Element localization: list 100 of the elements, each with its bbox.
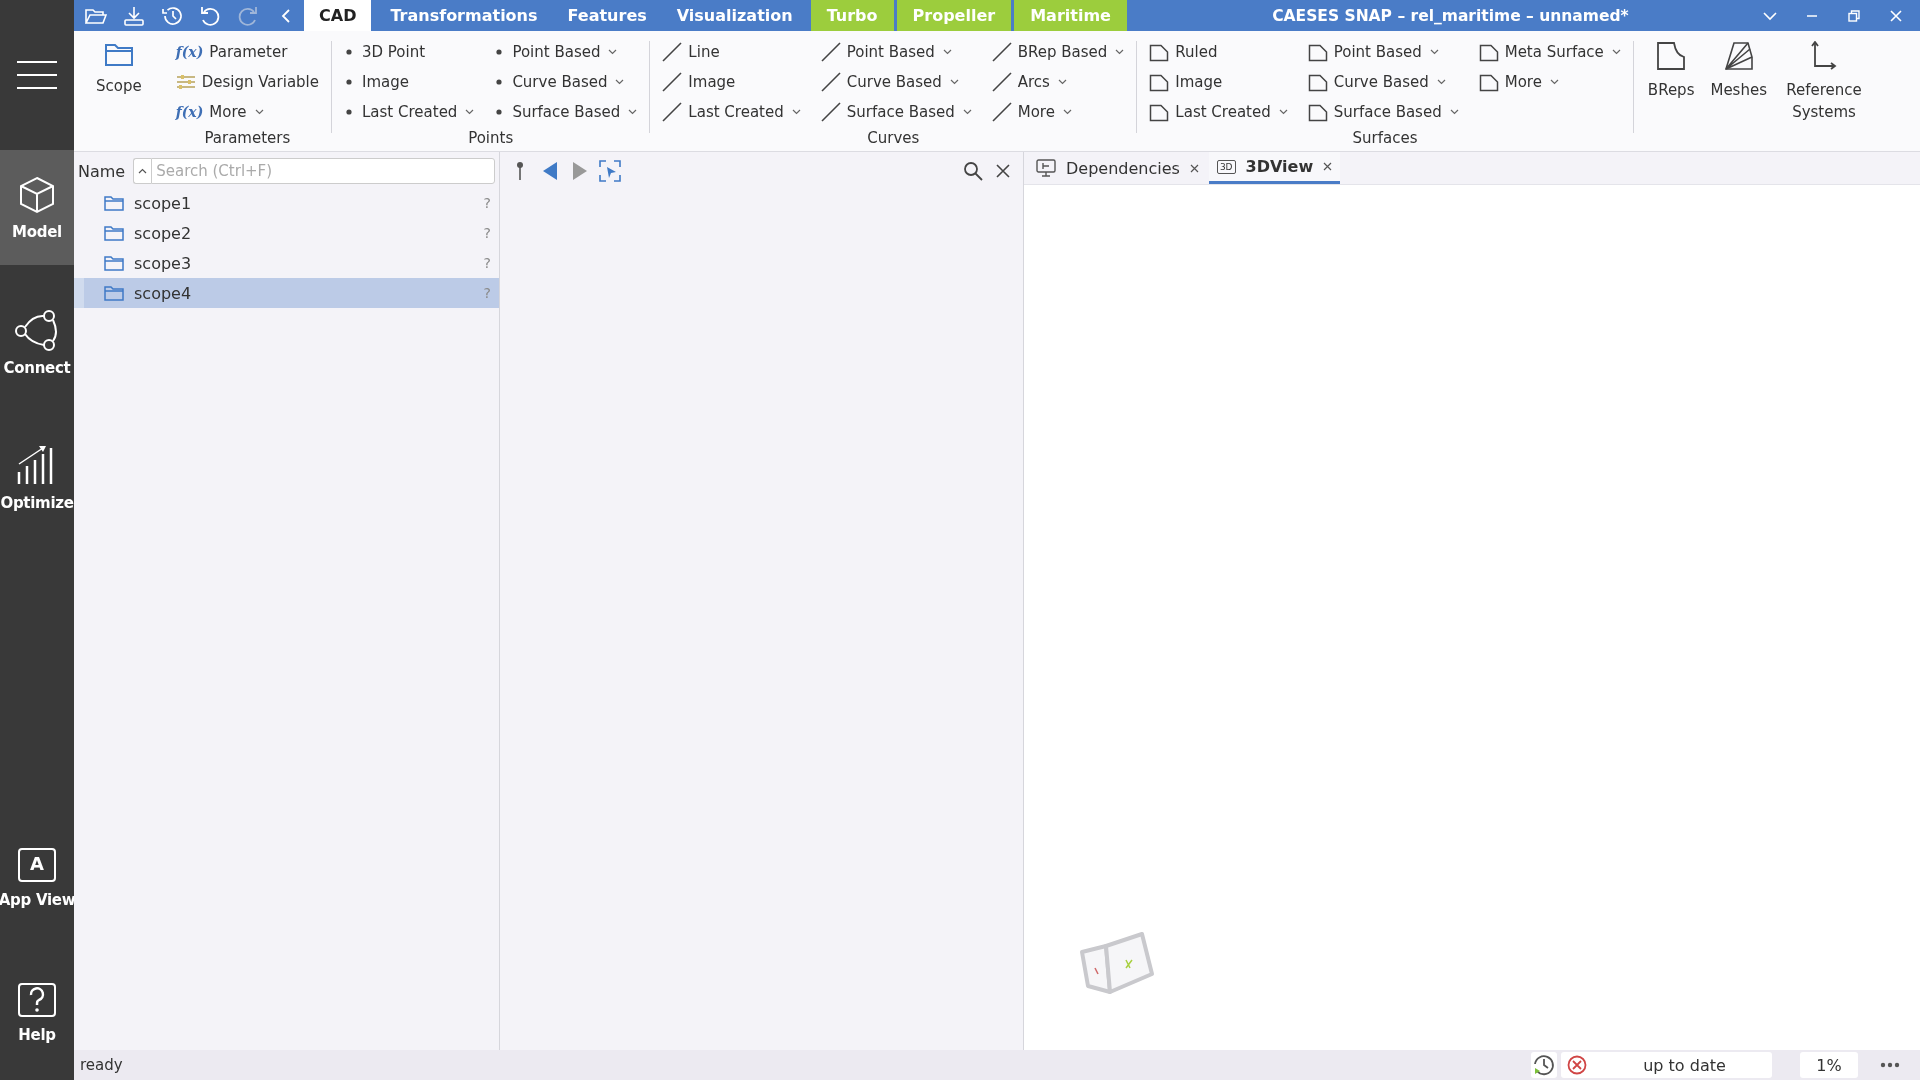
- ribbon-button[interactable]: Surface Based: [1305, 97, 1461, 127]
- function-icon: f(x): [175, 104, 204, 120]
- surface-icon: [1149, 42, 1170, 62]
- ribbon-tab[interactable]: CAD: [304, 0, 372, 31]
- ribbon-button[interactable]: Arcs: [989, 67, 1127, 97]
- function-icon: f(x): [175, 44, 204, 60]
- column-header: Name: [78, 161, 126, 181]
- bullet-icon: [346, 49, 352, 55]
- sidebar-item[interactable]: Optimize: [0, 420, 74, 535]
- menu-icon: [16, 60, 58, 90]
- ribbon-button[interactable]: Scope: [84, 37, 154, 101]
- group-label: Points: [467, 128, 515, 149]
- surface-icon: [1149, 102, 1170, 122]
- ribbon-button[interactable]: BRep Based: [989, 37, 1127, 67]
- ribbon-button[interactable]: Point Based: [1305, 37, 1461, 67]
- ribbon-button[interactable]: Point Based: [492, 37, 640, 67]
- line-icon: [820, 72, 841, 92]
- status-mark: ?: [483, 225, 491, 241]
- progress-field: 1%: [1800, 1052, 1858, 1078]
- monitor-icon: [1036, 159, 1056, 177]
- ribbon-tab[interactable]: Transformations: [375, 0, 553, 31]
- ribbon-button[interactable]: Meta Surface: [1476, 37, 1623, 67]
- folder-icon: [104, 255, 124, 271]
- line-icon: [991, 72, 1012, 92]
- app-window-icon: [17, 846, 57, 883]
- sidebar-item[interactable]: Help: [0, 955, 74, 1070]
- line-icon: [662, 72, 683, 92]
- ribbon-button[interactable]: Meshes: [1706, 37, 1771, 105]
- bullet-icon: [496, 79, 503, 85]
- more-icon: [1880, 1062, 1900, 1068]
- status-message: ready: [80, 1056, 123, 1074]
- search-icon: [963, 161, 983, 181]
- shape-outline-icon: [1656, 41, 1687, 71]
- tree-item[interactable]: scope3 ?: [74, 248, 499, 278]
- select-target-icon: [599, 160, 621, 182]
- ribbon-button[interactable]: BReps: [1643, 37, 1699, 105]
- tree-item[interactable]: scope2 ?: [74, 218, 499, 248]
- ribbon-button[interactable]: Curve Based: [818, 67, 974, 97]
- view-tab[interactable]: 3D 3DView: [1208, 152, 1341, 184]
- item-label: scope2: [134, 223, 193, 243]
- tree-item[interactable]: scope4 ?: [74, 278, 499, 308]
- ribbon-button[interactable]: Reference Systems: [1779, 37, 1869, 127]
- ribbon-button[interactable]: Image: [1147, 67, 1290, 97]
- back-arrow-icon: [542, 161, 558, 181]
- line-icon: [820, 42, 841, 62]
- ribbon-tab[interactable]: Features: [552, 0, 662, 31]
- ribbon-button[interactable]: Point Based: [818, 37, 974, 67]
- history-button[interactable]: [1531, 1052, 1557, 1078]
- ribbon-button[interactable]: Curve Based: [1305, 67, 1461, 97]
- ribbon-button[interactable]: Image: [660, 67, 803, 97]
- sidebar-item[interactable]: Model: [0, 150, 74, 265]
- ribbon-button[interactable]: Surface Based: [818, 97, 974, 127]
- mesh-icon: [1723, 41, 1754, 71]
- sidebar-item[interactable]: Connect: [0, 285, 74, 400]
- view-tab[interactable]: Dependencies: [1028, 152, 1207, 184]
- surface-icon: [1307, 72, 1328, 92]
- surface-icon: [1149, 72, 1170, 92]
- toolbar-button[interactable]: [598, 158, 622, 184]
- folder-icon: [104, 195, 124, 211]
- ribbon-button[interactable]: Last Created: [342, 97, 477, 127]
- group-label: Parameters: [203, 128, 292, 149]
- ribbon-button[interactable]: f(x) More: [173, 97, 321, 127]
- bullet-icon: [346, 109, 352, 115]
- group-label: Surfaces: [1351, 128, 1419, 149]
- ribbon-button[interactable]: Surface Based: [492, 97, 640, 127]
- ribbon-button[interactable]: Ruled: [1147, 37, 1290, 67]
- close-icon: [1890, 9, 1902, 22]
- line-icon: [662, 102, 683, 122]
- folder-icon: [103, 41, 134, 67]
- ribbon-button[interactable]: Design Variable: [173, 67, 321, 97]
- folder-icon: [104, 225, 124, 241]
- view-icon: 3D: [1216, 159, 1236, 174]
- close-icon: [1189, 163, 1199, 173]
- surface-icon: [1478, 72, 1499, 92]
- cube-icon: [17, 174, 57, 215]
- ribbon-button[interactable]: Last Created: [1147, 97, 1290, 127]
- close-icon: [996, 164, 1010, 178]
- search-field[interactable]: Search (Ctrl+F): [151, 158, 495, 184]
- ribbon-tab[interactable]: Visualization: [661, 0, 808, 31]
- download-icon: [123, 5, 145, 26]
- surface-icon: [1478, 42, 1499, 62]
- redo-icon: [237, 5, 259, 26]
- ribbon-button[interactable]: Image: [342, 67, 477, 97]
- close-icon: [1323, 162, 1333, 171]
- ribbon-button[interactable]: More: [989, 97, 1127, 127]
- surface-icon: [1307, 42, 1328, 62]
- status-text: up to date: [1642, 1055, 1727, 1075]
- tree-item[interactable]: scope1 ?: [74, 188, 499, 218]
- ribbon-button[interactable]: More: [1476, 67, 1623, 97]
- ribbon-button[interactable]: Last Created: [660, 97, 803, 127]
- ribbon-button[interactable]: Curve Based: [492, 67, 640, 97]
- group-label: Curves: [866, 128, 921, 149]
- item-label: scope4: [134, 283, 193, 303]
- line-icon: [991, 102, 1012, 122]
- line-icon: [820, 102, 841, 122]
- ribbon-button[interactable]: 3D Point: [342, 37, 477, 67]
- ribbon-button[interactable]: Line: [660, 37, 803, 67]
- ribbon-button[interactable]: f(x) Parameter: [173, 37, 321, 67]
- status-mark: ?: [483, 195, 491, 211]
- pin-icon: [516, 161, 524, 181]
